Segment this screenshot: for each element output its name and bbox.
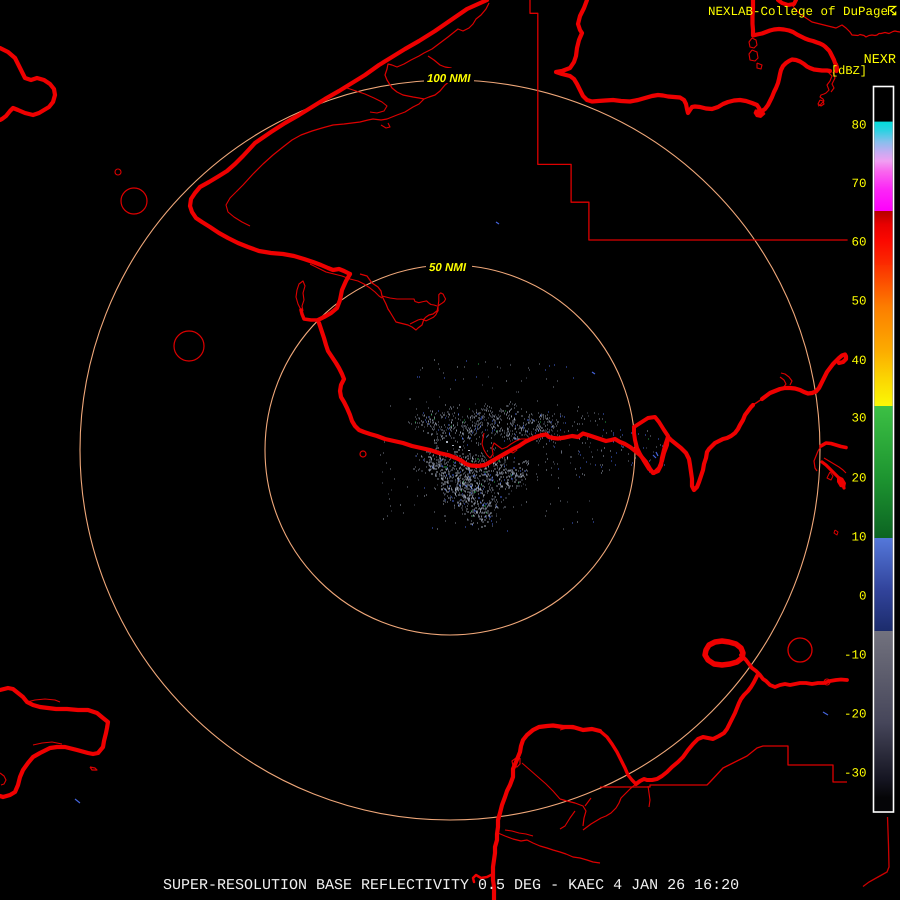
svg-text:-20: -20 bbox=[844, 707, 867, 721]
svg-text:100 NMI: 100 NMI bbox=[427, 73, 471, 85]
svg-text:[dBZ]: [dBZ] bbox=[831, 64, 867, 78]
svg-text:70: 70 bbox=[851, 177, 866, 191]
svg-text:-30: -30 bbox=[844, 766, 867, 780]
svg-text:20: 20 bbox=[851, 471, 866, 485]
svg-text:50: 50 bbox=[851, 295, 866, 309]
svg-text:30: 30 bbox=[851, 412, 866, 426]
svg-text:0: 0 bbox=[859, 589, 867, 603]
svg-text:10: 10 bbox=[851, 530, 866, 544]
svg-text:50 NMI: 50 NMI bbox=[429, 262, 467, 274]
svg-text:80: 80 bbox=[851, 118, 866, 132]
svg-text:-10: -10 bbox=[844, 648, 867, 662]
svg-text:60: 60 bbox=[851, 235, 866, 249]
svg-text:SUPER-RESOLUTION BASE REFLECTI: SUPER-RESOLUTION BASE REFLECTIVITY 0.5 D… bbox=[163, 877, 739, 894]
svg-text:NEXLAB-College of DuPage: NEXLAB-College of DuPage bbox=[708, 5, 888, 19]
svg-text:40: 40 bbox=[851, 354, 866, 368]
svg-text:NEXR: NEXR bbox=[864, 53, 896, 68]
